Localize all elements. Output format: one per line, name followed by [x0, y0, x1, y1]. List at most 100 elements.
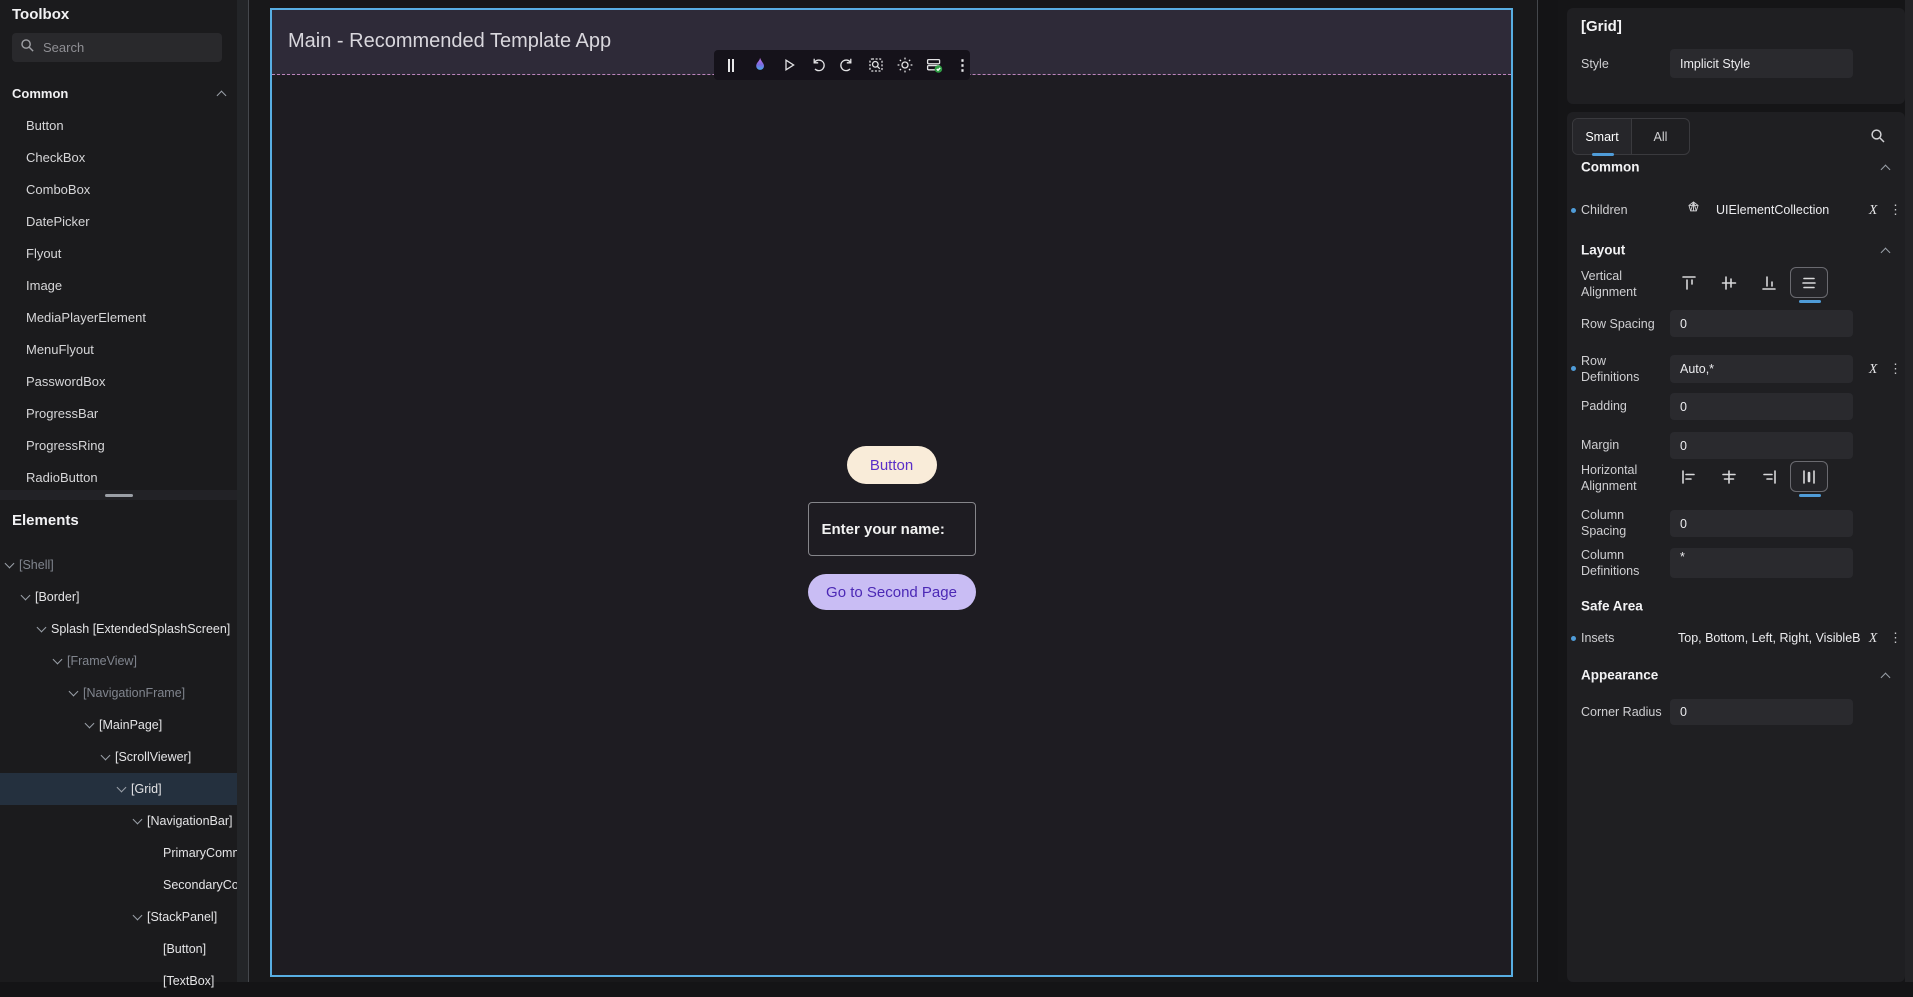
corner-radius-input[interactable]: 0 — [1670, 699, 1853, 725]
tree-item-border[interactable]: [Border] — [0, 581, 237, 613]
chevron-down-icon[interactable] — [85, 719, 95, 729]
column-definitions-input[interactable]: * — [1670, 548, 1853, 578]
tree-item-scrollviewer[interactable]: [ScrollViewer] — [0, 741, 237, 773]
padding-input[interactable]: 0 — [1670, 393, 1853, 420]
halign-center-button[interactable] — [1710, 461, 1748, 492]
tree-item-frameview[interactable]: [FrameView] — [0, 645, 237, 677]
toolbox-section-label: Common — [12, 86, 68, 101]
property-menu-icon[interactable]: ⋮ — [1889, 361, 1902, 377]
tree-item-stackpanel[interactable]: [StackPanel] — [0, 901, 237, 933]
tree-item-grid-selected[interactable]: [Grid] — [0, 773, 237, 805]
panel-splitter[interactable] — [0, 490, 237, 500]
halign-center-icon — [1720, 468, 1738, 486]
redo-icon[interactable] — [837, 56, 856, 75]
selected-align-indicator — [1799, 494, 1821, 497]
chevron-up-icon[interactable] — [1881, 165, 1891, 175]
chevron-down-icon[interactable] — [37, 623, 47, 633]
property-menu-icon[interactable]: ⋮ — [1889, 202, 1902, 218]
chevron-down-icon[interactable] — [117, 783, 127, 793]
hot-design-flame-icon[interactable] — [750, 56, 769, 75]
toolbox-item-combobox[interactable]: ComboBox — [0, 174, 237, 206]
column-spacing-label: Column Spacing — [1581, 507, 1667, 540]
chevron-down-icon[interactable] — [5, 559, 15, 569]
property-menu-icon[interactable]: ⋮ — [1889, 630, 1902, 646]
toolbox-section-common[interactable]: Common — [12, 84, 225, 102]
elements-tree: [Shell] [Border] Splash [ExtendedSplashS… — [0, 549, 237, 997]
toolbox-item-image[interactable]: Image — [0, 270, 237, 302]
chevron-up-icon[interactable] — [217, 90, 227, 100]
markup-extension-icon[interactable]: X — [1869, 630, 1877, 646]
section-safe-area: Safe Area — [1581, 599, 1643, 614]
row-spacing-label: Row Spacing — [1581, 316, 1667, 332]
tree-item-splash[interactable]: Splash [ExtendedSplashScreen] — [0, 613, 237, 645]
toolbox-search-input[interactable] — [43, 40, 193, 55]
valign-top-button[interactable] — [1670, 267, 1708, 298]
chevron-down-icon[interactable] — [133, 815, 143, 825]
style-input[interactable]: Implicit Style — [1670, 49, 1853, 78]
chevron-up-icon[interactable] — [1881, 248, 1891, 258]
insets-value[interactable]: Top, Bottom, Left, Right, VisibleB — [1678, 631, 1861, 645]
device-frame[interactable]: Main - Recommended Template App — [270, 8, 1513, 977]
tree-item-secondarycommands[interactable]: SecondaryCo — [0, 869, 237, 901]
tree-item-mainpage[interactable]: [MainPage] — [0, 709, 237, 741]
row-spacing-input[interactable]: 0 — [1670, 310, 1853, 337]
element-inspect-icon[interactable] — [866, 56, 885, 75]
canvas-goto-second-page-button[interactable]: Go to Second Page — [808, 574, 976, 610]
style-label: Style — [1581, 56, 1667, 72]
undo-icon[interactable] — [808, 56, 827, 75]
valign-stretch-button[interactable] — [1790, 267, 1828, 298]
toolbox-item-flyout[interactable]: Flyout — [0, 238, 237, 270]
chevron-down-icon[interactable] — [133, 911, 143, 921]
toolbox-item-button[interactable]: Button — [0, 110, 237, 142]
valign-center-button[interactable] — [1710, 267, 1748, 298]
chevron-up-icon[interactable] — [1881, 673, 1891, 683]
tree-item-textbox[interactable]: [TextBox] — [0, 965, 237, 997]
chevron-down-icon[interactable] — [53, 655, 63, 665]
modified-dot — [1571, 636, 1576, 641]
toolbox-item-mediaplayerelement[interactable]: MediaPlayerElement — [0, 302, 237, 334]
active-tab-indicator — [1592, 153, 1614, 156]
tree-item-navigationframe[interactable]: [NavigationFrame] — [0, 677, 237, 709]
chevron-down-icon[interactable] — [69, 687, 79, 697]
halign-stretch-button[interactable] — [1790, 461, 1828, 492]
row-definitions-input[interactable]: Auto,* — [1670, 355, 1853, 383]
markup-extension-icon[interactable]: X — [1869, 202, 1877, 218]
toolbox-item-passwordbox[interactable]: PasswordBox — [0, 366, 237, 398]
valign-bottom-button[interactable] — [1750, 267, 1788, 298]
toolbox-search[interactable] — [12, 33, 222, 62]
margin-input[interactable]: 0 — [1670, 432, 1853, 459]
tree-item-primarycommands[interactable]: PrimaryComm — [0, 837, 237, 869]
halign-left-button[interactable] — [1670, 461, 1708, 492]
toolbox-item-progressring[interactable]: ProgressRing — [0, 430, 237, 462]
tree-item-shell[interactable]: [Shell] — [0, 549, 237, 581]
toolbox-item-menuflyout[interactable]: MenuFlyout — [0, 334, 237, 366]
property-search-icon[interactable] — [1870, 128, 1886, 149]
page-content: Button Enter your name: Go to Second Pag… — [272, 446, 1511, 610]
tab-smart[interactable]: Smart — [1573, 119, 1631, 154]
play-icon[interactable] — [779, 56, 798, 75]
runtime-status-icon[interactable] — [924, 56, 943, 75]
markup-extension-icon[interactable]: X — [1869, 361, 1877, 377]
halign-right-icon — [1760, 468, 1778, 486]
panel-scrollbar[interactable] — [1905, 0, 1913, 982]
chevron-down-icon[interactable] — [101, 751, 111, 761]
more-icon[interactable]: ⋮ — [953, 56, 972, 75]
tab-all[interactable]: All — [1631, 119, 1689, 154]
canvas-button[interactable]: Button — [847, 446, 937, 484]
chevron-down-icon[interactable] — [21, 591, 31, 601]
drag-handle-icon[interactable] — [721, 56, 740, 75]
toolbox-item-datepicker[interactable]: DatePicker — [0, 206, 237, 238]
toolbox-item-progressbar[interactable]: ProgressBar — [0, 398, 237, 430]
halign-right-button[interactable] — [1750, 461, 1788, 492]
column-spacing-input[interactable]: 0 — [1670, 510, 1853, 537]
corner-radius-label: Corner Radius — [1581, 704, 1667, 720]
toolbox-item-checkbox[interactable]: CheckBox — [0, 142, 237, 174]
horizontal-alignment-group — [1670, 461, 1828, 492]
left-divider[interactable] — [237, 0, 249, 982]
theme-sun-icon[interactable] — [895, 56, 914, 75]
tree-item-navigationbar[interactable]: [NavigationBar] — [0, 805, 237, 837]
tree-item-button[interactable]: [Button] — [0, 933, 237, 965]
splitter-handle[interactable] — [105, 494, 133, 497]
valign-stretch-icon — [1800, 274, 1818, 292]
canvas-textbox[interactable]: Enter your name: — [808, 502, 976, 556]
